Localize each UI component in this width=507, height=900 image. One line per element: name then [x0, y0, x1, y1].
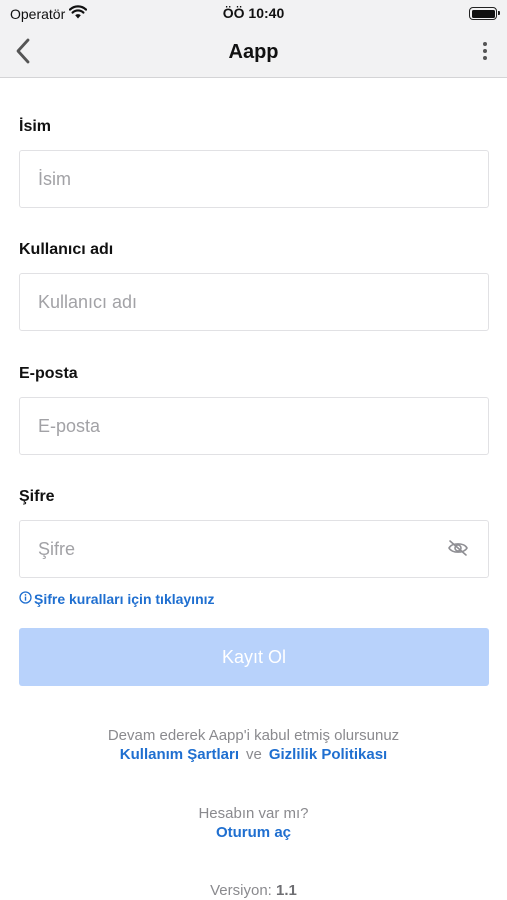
privacy-policy-link[interactable]: Gizlilik Politikası — [269, 746, 387, 763]
password-input[interactable] — [20, 521, 488, 577]
version-number: 1.1 — [276, 882, 297, 899]
register-button[interactable]: Kayıt Ol — [19, 628, 489, 686]
name-input[interactable] — [20, 151, 488, 207]
name-field-container — [19, 150, 489, 208]
version-info: Versiyon: 1.1 — [0, 882, 507, 899]
username-field-container — [19, 273, 489, 331]
and-text: ve — [245, 746, 262, 763]
login-link-container: Oturum aç — [0, 824, 507, 841]
password-rules-link[interactable]: Şifre kuralları için tıklayınız — [19, 591, 215, 607]
have-account-text: Hesabın var mı? — [198, 805, 309, 822]
email-label: E-posta — [19, 365, 78, 382]
terms-links: Kullanım Şartları ve Gizlilik Politikası — [0, 746, 507, 763]
email-input[interactable] — [20, 398, 488, 454]
name-label: İsim — [19, 118, 52, 135]
version-label: Versiyon: — [210, 882, 272, 899]
status-time: ÖÖ 10:40 — [222, 5, 285, 21]
password-visibility-toggle[interactable] — [446, 539, 470, 561]
email-field-container — [19, 397, 489, 455]
more-vertical-icon — [482, 41, 488, 66]
username-input[interactable] — [20, 274, 488, 330]
login-link[interactable]: Oturum aç — [216, 824, 291, 841]
navigation-bar: Aapp — [0, 28, 507, 78]
status-bar: Operatör ÖÖ 10:40 — [0, 0, 507, 28]
info-icon — [19, 591, 32, 607]
password-field-container — [19, 520, 489, 578]
terms-of-use-link[interactable]: Kullanım Şartları — [120, 746, 239, 763]
username-label: Kullanıcı adı — [19, 241, 114, 258]
password-label: Şifre — [19, 488, 55, 505]
eye-off-icon — [447, 539, 469, 562]
terms-notice: Devam ederek Aapp'i kabul etmiş olursunu… — [107, 727, 400, 744]
page-title: Aapp — [228, 41, 279, 63]
more-options-button[interactable] — [477, 40, 493, 66]
password-rules-text: Şifre kuralları için tıklayınız — [34, 591, 215, 607]
battery-icon — [469, 7, 500, 20]
back-button[interactable] — [8, 38, 38, 68]
chevron-left-icon — [15, 38, 31, 69]
